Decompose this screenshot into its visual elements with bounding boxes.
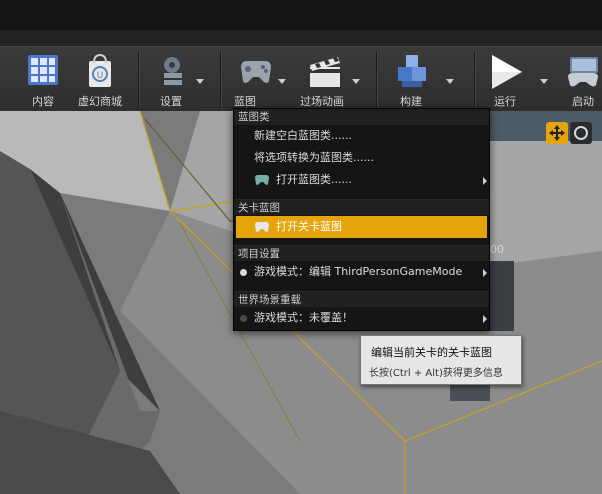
blueprints-label: 蓝图 bbox=[234, 95, 256, 108]
move-arrows-icon bbox=[549, 125, 565, 141]
cinematics-button[interactable]: 过场动画 bbox=[296, 51, 360, 109]
menu-item-open-level-blueprint[interactable]: 打开关卡蓝图 bbox=[236, 216, 487, 238]
section-world-override: 世界场景重载 bbox=[234, 291, 489, 307]
move-tool-button[interactable] bbox=[546, 122, 568, 144]
menu-item-new-blank-blueprint[interactable]: 新建空白蓝图类...... bbox=[234, 125, 489, 147]
menu-item-open-blueprint-class[interactable]: 打开蓝图类...... bbox=[234, 169, 489, 191]
tooltip-description: 长按(Ctrl + Alt)获得更多信息 bbox=[369, 368, 503, 379]
menu-item-label: 游戏模式：编辑 ThirdPersonGameMode bbox=[254, 265, 463, 278]
content-button[interactable]: 内容 bbox=[20, 51, 66, 109]
tab-strip bbox=[0, 30, 602, 46]
menu-item-convert-to-blueprint[interactable]: 将选项转换为蓝图类...... bbox=[234, 147, 489, 169]
tooltip: 编辑当前关卡的关卡蓝图 长按(Ctrl + Alt)获得更多信息 bbox=[360, 335, 522, 385]
build-cubes-icon bbox=[398, 55, 426, 87]
toolbar-separator bbox=[376, 51, 378, 109]
level-editor-toolbar: 内容 U 虚幻商城 设置 蓝图 过场动画 构建 运行 启动 bbox=[0, 46, 602, 112]
menu-item-label: 打开关卡蓝图 bbox=[276, 220, 342, 233]
marketplace-label: 虚幻商城 bbox=[78, 95, 122, 108]
play-dropdown-caret[interactable] bbox=[540, 79, 548, 84]
cinematics-clapper-icon bbox=[310, 57, 340, 87]
launch-gamepad-icon bbox=[568, 57, 598, 87]
svg-text:00: 00 bbox=[490, 243, 504, 256]
cinematics-label: 过场动画 bbox=[300, 95, 344, 108]
section-project-settings: 项目设置 bbox=[234, 245, 489, 261]
blueprint-gamepad-icon bbox=[241, 61, 271, 83]
play-label: 运行 bbox=[494, 95, 516, 108]
submenu-arrow-icon bbox=[483, 177, 487, 185]
play-button[interactable]: 运行 bbox=[482, 51, 548, 109]
menu-item-label: 新建空白蓝图类...... bbox=[254, 129, 352, 142]
blueprints-dropdown-caret[interactable] bbox=[278, 79, 286, 84]
rotate-tool-button[interactable] bbox=[570, 122, 592, 144]
content-grid-icon bbox=[28, 55, 58, 85]
section-level-blueprint: 关卡蓝图 bbox=[234, 199, 489, 215]
submenu-arrow-icon bbox=[483, 315, 487, 323]
content-label: 内容 bbox=[32, 95, 54, 108]
build-label: 构建 bbox=[400, 95, 422, 108]
menu-item-label: 打开蓝图类...... bbox=[276, 173, 352, 186]
rotate-icon bbox=[574, 126, 588, 140]
toolbar-separator bbox=[474, 51, 476, 109]
title-bar bbox=[0, 0, 602, 31]
blueprint-class-icon bbox=[255, 175, 269, 185]
blueprints-dropdown-menu: 蓝图类 新建空白蓝图类...... 将选项转换为蓝图类...... 打开蓝图类.… bbox=[233, 108, 490, 331]
submenu-arrow-icon bbox=[483, 269, 487, 277]
level-blueprint-icon bbox=[255, 222, 269, 232]
build-button[interactable]: 构建 bbox=[386, 51, 454, 109]
launch-button[interactable]: 启动 bbox=[560, 51, 602, 109]
cinematics-dropdown-caret[interactable] bbox=[352, 79, 360, 84]
marketplace-bag-icon: U bbox=[89, 53, 111, 87]
menu-item-label: 将选项转换为蓝图类...... bbox=[254, 151, 374, 164]
svg-text:U: U bbox=[97, 71, 104, 81]
menu-item-game-mode-edit[interactable]: 游戏模式：编辑 ThirdPersonGameMode bbox=[234, 261, 489, 283]
settings-gear-icon bbox=[164, 57, 182, 85]
section-blueprint-class: 蓝图类 bbox=[234, 109, 489, 125]
viewport-transform-tools bbox=[546, 122, 602, 146]
blueprints-button[interactable]: 蓝图 bbox=[228, 51, 286, 109]
play-triangle-icon bbox=[492, 55, 522, 89]
settings-button[interactable]: 设置 bbox=[148, 51, 204, 109]
tooltip-title: 编辑当前关卡的关卡蓝图 bbox=[371, 346, 492, 359]
launch-label: 启动 bbox=[572, 95, 594, 108]
settings-dropdown-caret[interactable] bbox=[196, 79, 204, 84]
game-mode-dot-icon bbox=[240, 269, 247, 276]
menu-item-label: 游戏模式：未覆盖！ bbox=[254, 311, 353, 324]
settings-label: 设置 bbox=[160, 95, 182, 108]
build-dropdown-caret[interactable] bbox=[446, 79, 454, 84]
toolbar-separator bbox=[138, 51, 140, 109]
marketplace-button[interactable]: U 虚幻商城 bbox=[72, 51, 128, 109]
game-mode-dot-icon bbox=[240, 315, 247, 322]
menu-item-game-mode-not-overridden[interactable]: 游戏模式：未覆盖！ bbox=[234, 307, 489, 329]
